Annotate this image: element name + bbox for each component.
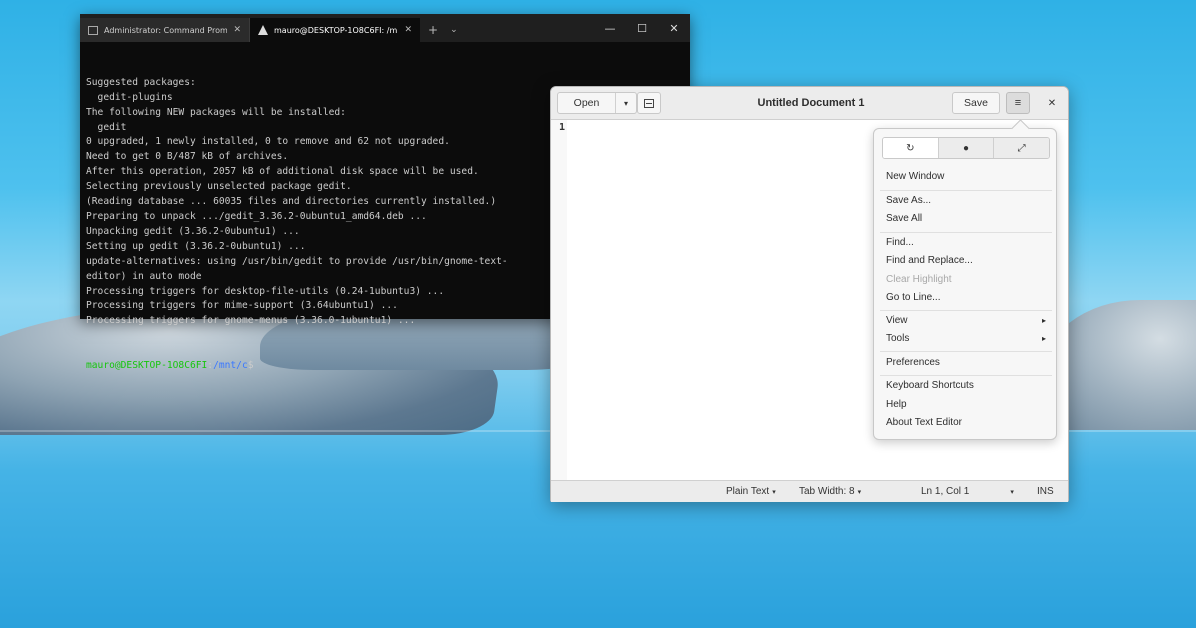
menu-item-preferences[interactable]: Preferences — [886, 354, 1046, 371]
menu-separator — [880, 375, 1052, 376]
window-title: Untitled Document 1 — [757, 97, 865, 109]
gedit-headerbar[interactable]: Open ▾ Untitled Document 1 Save ≡ ✕ — [551, 87, 1068, 120]
chevron-right-icon: ▸ — [1041, 316, 1046, 325]
maximize-button[interactable]: ☐ — [626, 14, 658, 42]
close-button[interactable]: ✕ — [1041, 92, 1063, 114]
menu-item-go-to-line[interactable]: Go to Line... — [886, 289, 1046, 306]
hamburger-menu-button[interactable]: ≡ — [1006, 92, 1030, 114]
window-controls: — ☐ ✕ — [594, 14, 690, 42]
menu-separator — [880, 190, 1052, 191]
line-number: 1 — [559, 122, 566, 133]
menu-item-label: Tools — [886, 333, 910, 344]
menu-separator — [880, 351, 1052, 352]
open-button[interactable]: Open ▾ — [557, 92, 637, 114]
menu-item-label: View — [886, 315, 908, 326]
menu-item-view[interactable]: View ▸ — [886, 312, 1046, 329]
fullscreen-icon[interactable]: ⤢ — [994, 138, 1049, 158]
chevron-down-icon[interactable]: ▾ — [616, 93, 636, 113]
terminal-tab-cmd[interactable]: Administrator: Command Prom ✕ — [80, 18, 250, 42]
menu-item-save-all[interactable]: Save All — [886, 210, 1046, 227]
cursor-position-label: Ln 1, Col 1 — [921, 486, 970, 497]
minimize-button[interactable]: — — [594, 14, 626, 42]
language-selector[interactable]: Plain Text ▾ — [726, 481, 776, 502]
menu-item-find-replace[interactable]: Find and Replace... — [886, 252, 1046, 269]
prompt-symbol: $ — [247, 360, 254, 372]
new-tab-icon — [644, 98, 654, 108]
chevron-down-icon: ▾ — [1010, 488, 1014, 496]
cmd-icon — [88, 25, 98, 35]
menu-item-keyboard-shortcuts[interactable]: Keyboard Shortcuts — [886, 377, 1046, 394]
status-bar: Plain Text ▾ Tab Width: 8 ▾ Ln 1, Col 1 ▾ I… — [551, 480, 1068, 502]
tab-label: Administrator: Command Prom — [104, 25, 228, 35]
chevron-down-icon: ▾ — [857, 488, 862, 496]
new-tab-button[interactable]: + — [420, 18, 446, 42]
terminal-titlebar[interactable]: Administrator: Command Prom ✕ mauro@DESK… — [80, 14, 690, 42]
menu-item-save-as[interactable]: Save As... — [886, 192, 1046, 209]
menu-item-clear-highlight: Clear Highlight — [886, 274, 952, 285]
menu-item-tools[interactable]: Tools ▸ — [886, 330, 1046, 347]
print-icon[interactable]: ● — [938, 138, 995, 158]
menu-item-about[interactable]: About Text Editor — [886, 414, 1046, 431]
tab-dropdown-button[interactable]: ⌄ — [446, 18, 462, 42]
language-label: Plain Text — [726, 486, 770, 497]
reload-icon[interactable]: ↻ — [883, 138, 939, 158]
chevron-down-icon: ▾ — [772, 488, 776, 496]
menu-separator — [880, 232, 1052, 233]
close-icon[interactable]: ✕ — [233, 25, 241, 35]
tab-width-label: Tab Width: 8 — [799, 486, 855, 497]
prompt-path: /mnt/c — [213, 360, 248, 372]
menu-item-find[interactable]: Find... — [886, 234, 1046, 251]
close-button[interactable]: ✕ — [658, 14, 690, 42]
menu-separator — [880, 310, 1052, 311]
menu-item-help[interactable]: Help — [886, 396, 1046, 413]
insert-mode[interactable]: INS — [1037, 481, 1054, 502]
open-button-label[interactable]: Open — [558, 93, 616, 113]
menu-icon-buttons: ↻ ● ⤢ — [882, 137, 1050, 159]
new-document-button[interactable] — [637, 92, 661, 114]
terminal-tab-ubuntu[interactable]: mauro@DESKTOP-1O8C6FI: /m ✕ — [250, 18, 420, 42]
menu-item-new-window[interactable]: New Window — [886, 168, 1046, 185]
prompt-user: mauro@DESKTOP-1O8C6FI — [86, 360, 208, 372]
save-button[interactable]: Save — [952, 92, 1000, 114]
line-number-gutter: 1 — [551, 120, 567, 480]
linux-icon — [258, 25, 268, 35]
chevron-right-icon: ▸ — [1041, 334, 1046, 343]
close-icon[interactable]: ✕ — [404, 25, 412, 35]
cursor-position[interactable]: Ln 1, Col 1 ▾ — [921, 481, 1014, 502]
gedit-main-menu: ↻ ● ⤢ New Window Save As... Save All Fin… — [873, 128, 1057, 440]
tab-width-selector[interactable]: Tab Width: 8 ▾ — [799, 481, 861, 502]
tab-label: mauro@DESKTOP-1O8C6FI: /m — [274, 25, 398, 35]
